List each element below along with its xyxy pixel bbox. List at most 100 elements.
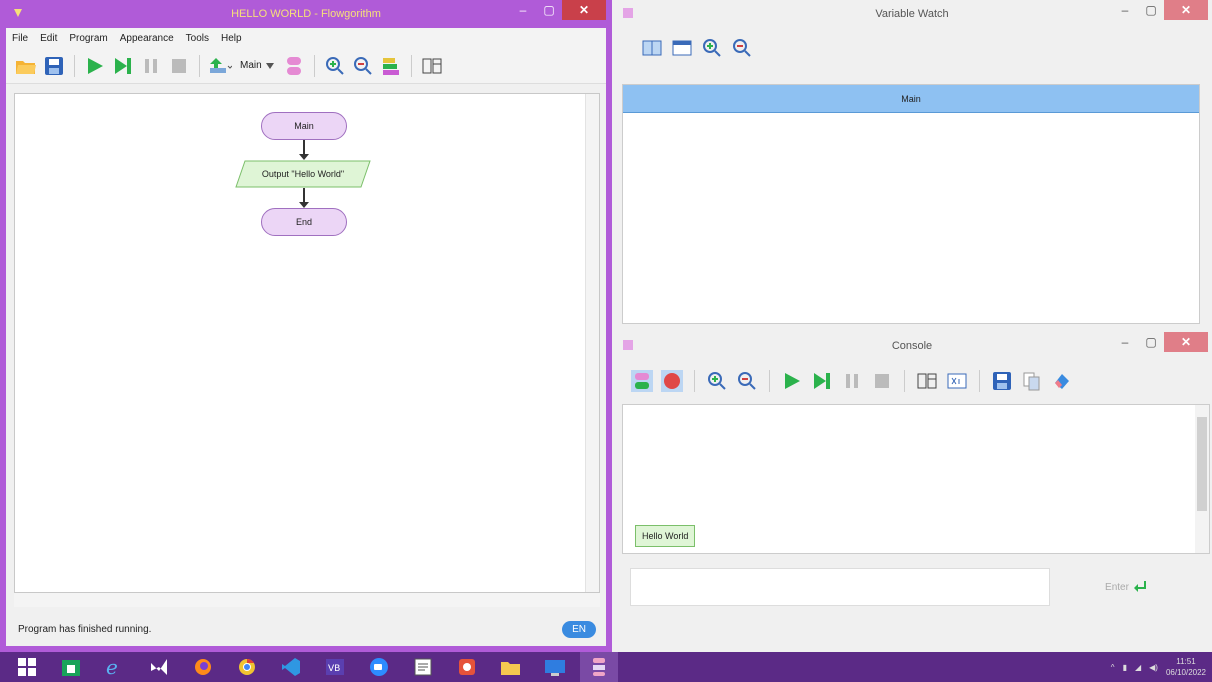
minimize-button[interactable]: – [1112, 332, 1138, 352]
menu-appearance[interactable]: Appearance [120, 33, 174, 44]
chrome-icon[interactable] [228, 652, 266, 682]
start-terminal[interactable]: Main [261, 112, 347, 140]
zoom-out-icon[interactable] [730, 36, 754, 60]
flow-arrow [299, 188, 309, 208]
toolbar-separator [769, 370, 770, 392]
chevron-down-icon [265, 62, 274, 69]
pause-icon[interactable] [139, 54, 163, 78]
console-output[interactable]: Hello World [622, 404, 1210, 554]
close-button[interactable]: ✕ [1164, 0, 1208, 20]
visual-studio-icon[interactable] [140, 652, 178, 682]
console-output-bubble: Hello World [635, 525, 696, 547]
variable-watch-window: Variable Watch – ▢ ✕ Main [612, 0, 1212, 332]
eraser-icon[interactable] [1050, 369, 1074, 393]
enter-button[interactable]: Enter [1056, 568, 1196, 606]
layout-single-icon[interactable] [670, 36, 694, 60]
svg-text:VB: VB [328, 664, 340, 674]
speed-icon[interactable] [208, 54, 232, 78]
clock-date: 06/10/2022 [1165, 668, 1206, 677]
system-tray: ^ ▮ ◢ ◀) 11:51 06/10/2022 [1111, 652, 1206, 682]
taskbar: e VB ^ ▮ ◢ ◀) 11:51 06/10/2022 [0, 652, 1212, 682]
run-icon[interactable] [83, 54, 107, 78]
close-button[interactable]: ✕ [1164, 332, 1208, 352]
function-select[interactable]: Main [236, 60, 278, 71]
open-folder-icon[interactable] [14, 54, 38, 78]
title-bar[interactable]: Console – ▢ ✕ [616, 332, 1208, 360]
maximize-button[interactable]: ▢ [1138, 332, 1164, 352]
menu-program[interactable]: Program [69, 33, 107, 44]
output-shape-label: Output "Hello World" [261, 169, 345, 179]
run-icon[interactable] [780, 369, 804, 393]
zoom-in-icon[interactable] [323, 54, 347, 78]
vb-icon[interactable]: VB [316, 652, 354, 682]
powerpoint-icon[interactable] [448, 652, 486, 682]
flowchart-canvas[interactable]: Main Output "Hello World" End [14, 93, 600, 593]
copy-icon[interactable] [1020, 369, 1044, 393]
layout-windows-icon[interactable] [420, 54, 444, 78]
enter-arrow-icon [1133, 581, 1146, 592]
svg-text:e: e [106, 657, 118, 677]
remote-desktop-icon[interactable] [536, 652, 574, 682]
output-shape[interactable]: Output "Hello World" [235, 160, 371, 188]
zoom-app-icon[interactable] [360, 652, 398, 682]
menu-bar: File Edit Program Appearance Tools Help [6, 28, 606, 48]
zoom-out-icon[interactable] [351, 54, 375, 78]
ie-icon[interactable]: e [96, 652, 134, 682]
store-icon[interactable] [52, 652, 90, 682]
network-icon[interactable]: ▮ [1123, 663, 1127, 672]
title-bar[interactable]: Variable Watch – ▢ ✕ [616, 0, 1208, 28]
wifi-icon[interactable]: ◢ [1135, 663, 1141, 672]
toolbar-separator [694, 370, 695, 392]
layout-windows-icon[interactable] [915, 369, 939, 393]
stop-icon[interactable] [167, 54, 191, 78]
minimize-button[interactable]: – [510, 0, 536, 20]
minimize-button[interactable]: – [1112, 0, 1138, 20]
main-toolbar: Main [6, 48, 606, 84]
menu-file[interactable]: File [12, 33, 28, 44]
zoom-in-icon[interactable] [705, 369, 729, 393]
file-explorer-icon[interactable] [492, 652, 530, 682]
shapes-icon[interactable] [282, 54, 306, 78]
vertical-scrollbar[interactable] [585, 94, 599, 592]
menu-tools[interactable]: Tools [186, 33, 209, 44]
vertical-scrollbar[interactable] [1195, 405, 1209, 553]
flow-arrow [299, 140, 309, 160]
zoom-out-icon[interactable] [735, 369, 759, 393]
layout-split-icon[interactable] [640, 36, 664, 60]
toolbar-separator [199, 54, 200, 77]
console-input[interactable] [630, 568, 1050, 606]
flowgorithm-taskbar-icon[interactable] [580, 652, 618, 682]
shapes-toggle-icon[interactable] [630, 369, 654, 393]
menu-edit[interactable]: Edit [40, 33, 57, 44]
title-bar[interactable]: HELLO WORLD - Flowgorithm – ▢ ✕ [6, 0, 606, 28]
tray-arrow-icon[interactable]: ^ [1111, 663, 1115, 672]
stop-icon[interactable] [870, 369, 894, 393]
pause-icon[interactable] [840, 369, 864, 393]
menu-help[interactable]: Help [221, 33, 242, 44]
maximize-button[interactable]: ▢ [1138, 0, 1164, 20]
close-button[interactable]: ✕ [562, 0, 606, 20]
colors-icon[interactable] [379, 54, 403, 78]
volume-icon[interactable]: ◀) [1149, 663, 1158, 672]
step-icon[interactable] [810, 369, 834, 393]
horizontal-scrollbar[interactable] [14, 593, 600, 607]
firefox-icon[interactable] [184, 652, 222, 682]
toolbar-separator [74, 54, 75, 77]
notepad-icon[interactable] [404, 652, 442, 682]
watch-toolbar [616, 28, 1208, 68]
start-windows-icon[interactable] [8, 652, 46, 682]
zoom-in-icon[interactable] [700, 36, 724, 60]
record-icon[interactable] [660, 369, 684, 393]
end-terminal[interactable]: End [261, 208, 347, 236]
variable-input-icon[interactable] [945, 369, 969, 393]
watch-table[interactable]: Main [622, 84, 1200, 324]
save-icon[interactable] [990, 369, 1014, 393]
step-icon[interactable] [111, 54, 135, 78]
save-icon[interactable] [42, 54, 66, 78]
language-badge[interactable]: EN [562, 620, 596, 638]
clock[interactable]: 11:51 06/10/2022 [1166, 656, 1206, 678]
scroll-thumb[interactable] [1197, 417, 1207, 511]
vscode-icon[interactable] [272, 652, 310, 682]
watch-column-header: Main [623, 85, 1199, 113]
maximize-button[interactable]: ▢ [536, 0, 562, 20]
